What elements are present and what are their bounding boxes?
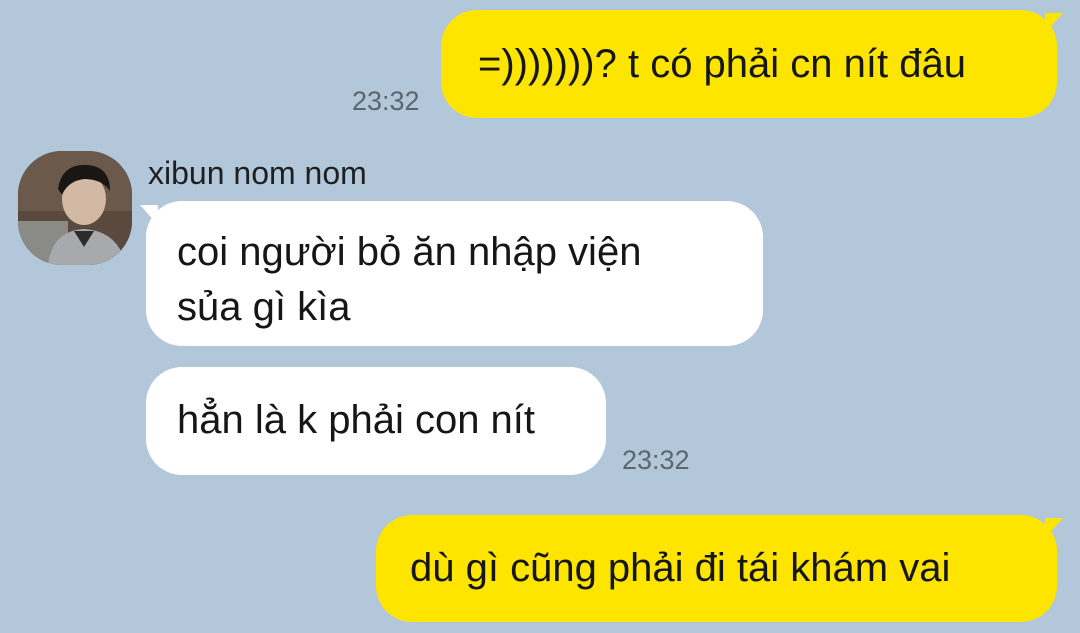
- outgoing-message-bubble[interactable]: =)))))))? t có phải cn nít đâu: [441, 10, 1057, 118]
- chat-area: 23:32 =)))))))? t có phải cn nít đâu xib…: [0, 0, 1080, 633]
- message-timestamp: 23:32: [352, 86, 420, 116]
- message-text-line: sủa gì kìa: [177, 285, 351, 329]
- message-timestamp: 23:32: [622, 445, 690, 475]
- message-text-line: coi người bỏ ăn nhập viện: [177, 230, 642, 274]
- message-text: =)))))))? t có phải cn nít đâu: [478, 42, 966, 86]
- outgoing-message-bubble[interactable]: dù gì cũng phải đi tái khám vai: [376, 515, 1057, 622]
- sender-name: xibun nom nom: [148, 155, 367, 191]
- incoming-message-bubble[interactable]: coi người bỏ ăn nhập viện sủa gì kìa: [146, 201, 763, 346]
- bubble-tail: [1045, 13, 1063, 33]
- avatar[interactable]: [18, 151, 132, 265]
- avatar-photo-icon: [18, 151, 132, 265]
- message-text: hẳn là k phải con nít: [177, 398, 536, 442]
- incoming-message-bubble[interactable]: hẳn là k phải con nít: [146, 367, 606, 475]
- bubble-tail: [1045, 518, 1063, 538]
- bubble-tail: [140, 205, 158, 225]
- message-text: dù gì cũng phải đi tái khám vai: [410, 546, 951, 590]
